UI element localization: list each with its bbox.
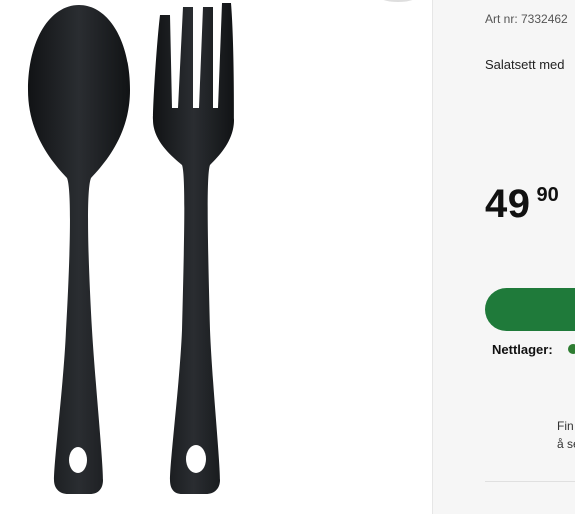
spoon bbox=[28, 5, 130, 494]
stock-label: Nettlager: bbox=[492, 342, 553, 357]
product-price: 49 90 bbox=[485, 182, 559, 227]
article-number: Art nr: 7332462 bbox=[485, 12, 568, 26]
price-main: 49 bbox=[485, 182, 531, 226]
salad-servers-image bbox=[28, 3, 234, 494]
find-in-store-text[interactable]: Fin å se bbox=[557, 417, 575, 453]
find-line-2: å se bbox=[557, 437, 575, 451]
product-info-panel: Art nr: 7332462 Salatsett med 49 90 Nettl… bbox=[433, 0, 575, 514]
section-divider bbox=[485, 481, 575, 482]
fork bbox=[153, 3, 234, 494]
product-title: Salatsett med bbox=[485, 57, 565, 72]
product-image-area[interactable] bbox=[0, 0, 432, 514]
green-dot-icon bbox=[568, 344, 575, 354]
add-to-cart-button[interactable] bbox=[485, 288, 575, 331]
find-line-1: Fin bbox=[557, 419, 574, 433]
price-decimals: 90 bbox=[536, 184, 559, 206]
